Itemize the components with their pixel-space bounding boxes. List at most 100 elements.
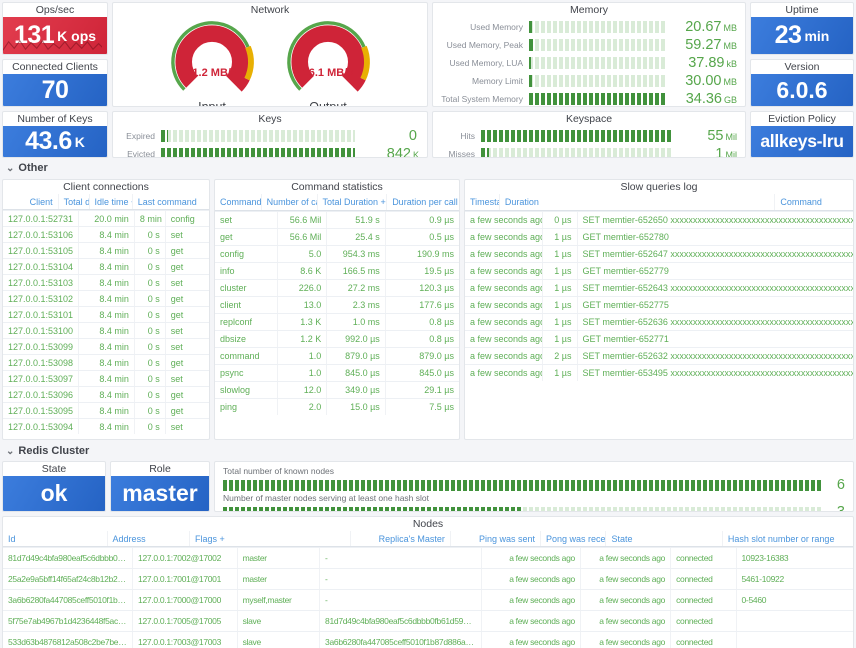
panel-title[interactable]: Version <box>751 60 853 74</box>
panel-title[interactable]: Slow queries log <box>465 180 853 194</box>
stat-number: 70 <box>42 76 69 105</box>
client-cell: 127.0.0.1:53103 <box>3 275 79 290</box>
timestamp-cell: a few seconds ago <box>465 212 543 228</box>
panel-title[interactable]: Uptime <box>751 3 853 17</box>
uptime-panel: Uptime 23 min <box>750 2 854 55</box>
column-header[interactable]: Command <box>775 194 827 210</box>
total-duration-cell: 8.4 min <box>79 387 135 402</box>
panel-title[interactable]: Nodes <box>3 517 853 531</box>
table-row: a few seconds ago 1 µs SET memtier-65263… <box>465 313 853 330</box>
total-duration-cell: 8.4 min <box>79 227 135 242</box>
column-header[interactable]: Pong was received <box>541 531 606 546</box>
bar-track <box>529 57 667 69</box>
column-header[interactable]: Duration per call <box>387 194 459 210</box>
panel-title[interactable]: Client connections <box>3 180 209 194</box>
column-header[interactable]: Client <box>3 194 59 209</box>
column-header[interactable]: Idle time + <box>90 194 133 209</box>
section-redis-cluster[interactable]: ⌄ Redis Cluster <box>6 445 89 457</box>
bar-label: Expired <box>121 131 161 141</box>
duration-cell: 2 µs <box>543 348 578 364</box>
table-row: cluster 226.0 27.2 ms 120.3 µs <box>215 279 459 296</box>
column-header[interactable]: Total duration <box>59 194 90 209</box>
panel-title[interactable]: Memory <box>433 3 745 17</box>
panel-title[interactable]: Network <box>113 3 427 17</box>
section-label: Other <box>18 162 47 174</box>
panel-title[interactable]: State <box>3 462 105 476</box>
bar-label: Hits <box>441 131 481 141</box>
column-header[interactable]: Timestamp <box>465 194 500 210</box>
section-other[interactable]: ⌄ Other <box>6 162 48 174</box>
memory-bar-row: Used Memory 20.67MB <box>441 18 737 36</box>
total-duration-cell: 51.9 s <box>327 212 386 228</box>
column-header[interactable]: Address <box>108 531 190 546</box>
column-header[interactable]: Flags + <box>190 531 352 546</box>
stat-number: ok <box>41 480 68 507</box>
bar-label: Evicted <box>121 149 161 158</box>
stat-number: allkeys-lru <box>760 131 843 152</box>
calls-cell: 1.0 <box>278 348 327 364</box>
replicas-master-cell: - <box>320 569 482 589</box>
timestamp-cell: a few seconds ago <box>465 314 543 330</box>
gauge-value: 16.1 MB/s <box>273 67 383 79</box>
bar-value: 34.36GB <box>667 90 737 107</box>
ping-sent-cell: a few seconds ago <box>482 632 581 648</box>
bar-value: 1Mil <box>673 145 737 158</box>
panel-title[interactable]: Ops/sec <box>3 3 107 17</box>
column-header[interactable]: Total Duration + <box>318 194 388 210</box>
idle-time-cell: 0 s <box>135 259 166 274</box>
bar-track <box>481 148 673 158</box>
hash-slot-cell: 10923-16383 <box>737 548 853 568</box>
pong-received-cell: a few seconds ago <box>581 569 671 589</box>
column-header[interactable]: State <box>606 531 722 546</box>
state-cell: connected <box>671 611 736 631</box>
replicas-master-cell: - <box>320 548 482 568</box>
table-row: a few seconds ago 1 µs SET memtier-65264… <box>465 245 853 262</box>
stat-number: 6.0.6 <box>776 77 827 104</box>
network-panel: Network 11.2 MB/s Input <box>112 2 428 107</box>
table-header-row: IdAddressFlags +Replica's MasterPing was… <box>3 531 853 547</box>
column-header[interactable]: Duration <box>500 194 775 210</box>
keys-bar-row: Expired 0 <box>121 127 419 145</box>
table-row: replconf 1.3 K 1.0 ms 0.8 µs <box>215 313 459 330</box>
bar-track <box>529 75 667 87</box>
pong-received-cell: a few seconds ago <box>581 590 671 610</box>
last-command-cell: get <box>166 403 209 418</box>
bar-label: Total number of known nodes <box>223 466 845 476</box>
column-header[interactable]: Replica's Master <box>351 531 450 546</box>
panel-title[interactable]: Number of Keys <box>3 112 107 126</box>
column-header[interactable]: Last command <box>133 194 202 209</box>
gauge-label: Input <box>154 100 270 107</box>
duration-cell: 1 µs <box>543 229 578 245</box>
timestamp-cell: a few seconds ago <box>465 297 543 313</box>
idle-time-cell: 0 s <box>135 371 166 386</box>
address-cell: 127.0.0.1:7001@17001 <box>133 569 238 589</box>
table-row: 127.0.0.1:53098 8.4 min 0 s get <box>3 354 209 370</box>
column-header[interactable]: Command <box>215 194 262 210</box>
column-header[interactable]: Id <box>3 531 108 546</box>
column-header[interactable]: Hash slot number or range <box>723 531 840 546</box>
panel-title[interactable]: Keyspace <box>433 112 745 126</box>
table-row: 127.0.0.1:53094 8.4 min 0 s set <box>3 418 209 434</box>
keyspace-panel: Keyspace Hits 55Mil Misses 1Mil <box>432 111 746 158</box>
panel-title[interactable]: Connected Clients <box>3 60 107 74</box>
node-id-cell: 3a6b6280fa447085ceff5010f1b87d886acaeffe <box>3 590 133 610</box>
table-row: 81d7d49c4bfa980eaf5c6dbbb0fb61d590e27e52… <box>3 547 853 568</box>
panel-title[interactable]: Keys <box>113 112 427 126</box>
panel-title[interactable]: Command statistics <box>215 180 459 194</box>
stat-number: 43.6 <box>25 127 72 156</box>
hash-slot-cell: 5461-10922 <box>737 569 853 589</box>
flags-cell: slave <box>238 632 320 648</box>
command-cell: slowlog <box>215 382 278 398</box>
panel-title[interactable]: Role <box>111 462 209 476</box>
table-row: a few seconds ago 1 µs GET memtier-65277… <box>465 296 853 313</box>
duration-per-call-cell: 0.8 µs <box>386 314 459 330</box>
panel-title[interactable]: Eviction Policy <box>751 112 853 126</box>
table-row: 533d63b4876812a508c2be7be2700c27f35cb269… <box>3 631 853 648</box>
total-duration-cell: 8.4 min <box>79 259 135 274</box>
bar-label: Total System Memory <box>441 94 529 104</box>
table-header-row: TimestampDurationCommand <box>465 194 853 211</box>
column-header[interactable]: Ping was sent <box>451 531 541 546</box>
bar-track <box>161 130 355 142</box>
column-header[interactable]: Number of calls <box>262 194 318 210</box>
table-row: set 56.6 Mil 51.9 s 0.9 µs <box>215 211 459 228</box>
